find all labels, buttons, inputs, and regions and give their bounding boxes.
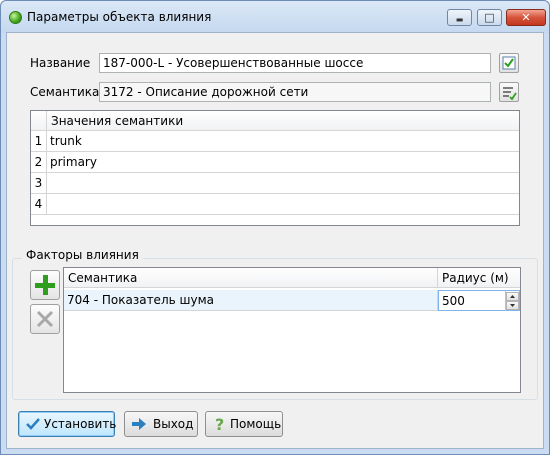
column-header-values[interactable]: Значения семантики: [47, 111, 519, 131]
radius-spinner[interactable]: [505, 291, 519, 311]
spin-up-button[interactable]: [506, 292, 519, 301]
column-header-radius[interactable]: Радиус (м): [438, 268, 520, 288]
row-number: 2: [31, 152, 47, 173]
checklist-icon: [502, 56, 516, 70]
semantics-label: Семантика: [30, 85, 100, 99]
exit-button[interactable]: Выход: [124, 411, 198, 437]
semantic-value-cell[interactable]: primary: [47, 152, 519, 173]
checkmark-icon: [26, 418, 40, 430]
help-icon: ?: [215, 416, 224, 432]
apply-button-label: Установить: [44, 417, 117, 431]
minimize-icon: ▬: [455, 15, 464, 24]
list-edit-icon: [503, 87, 517, 101]
arrow-right-icon: [132, 418, 146, 430]
semantic-value-cell[interactable]: [47, 194, 519, 215]
arrow-up-icon: [510, 295, 515, 298]
semantics-field[interactable]: 3172 - Описание дорожной сети: [99, 82, 491, 102]
row-number: 1: [31, 131, 47, 152]
maximize-button[interactable]: □: [477, 9, 502, 26]
factors-group-title: Факторы влияния: [22, 248, 143, 262]
svg-text:?: ?: [215, 416, 224, 432]
minimize-button[interactable]: ▬: [447, 9, 472, 26]
grid-corner: [31, 111, 47, 131]
exit-button-label: Выход: [153, 417, 194, 431]
factors-grid[interactable]: Семантика Радиус (м) 704 - Показатель шу…: [63, 267, 521, 393]
select-object-button[interactable]: [499, 53, 519, 73]
name-field[interactable]: 187-000-L - Усовершенствованные шоссе: [99, 53, 491, 73]
delete-factor-button[interactable]: [30, 304, 60, 334]
delete-icon: [36, 310, 54, 328]
close-icon: ✕: [521, 11, 531, 24]
radius-value[interactable]: 500: [442, 294, 465, 308]
help-button-label: Помощь: [230, 417, 282, 431]
close-button[interactable]: ✕: [506, 9, 546, 26]
help-button[interactable]: ? Помощь: [205, 411, 283, 437]
name-label: Название: [30, 56, 91, 70]
maximize-icon: □: [484, 11, 495, 24]
add-factor-button[interactable]: [30, 270, 60, 300]
apply-button[interactable]: Установить: [18, 411, 117, 437]
radius-spinbox[interactable]: 500: [438, 290, 520, 311]
semantic-values-grid[interactable]: Значения семантики 1 trunk 2 primary 3 4: [30, 110, 520, 226]
row-number: 4: [31, 194, 47, 215]
window-title: Параметры объекта влияния: [27, 10, 212, 24]
title-bar[interactable]: Параметры объекта влияния ▬ □ ✕: [1, 1, 549, 33]
factor-semantics-cell[interactable]: 704 - Показатель шума: [64, 290, 438, 311]
semantic-value-cell[interactable]: [47, 173, 519, 194]
semantic-value-cell[interactable]: trunk: [47, 131, 519, 152]
plus-icon: [35, 275, 55, 295]
row-number: 3: [31, 173, 47, 194]
spin-down-button[interactable]: [506, 301, 519, 310]
app-icon: [9, 11, 22, 24]
select-semantics-button[interactable]: [499, 82, 519, 102]
column-header-semantics[interactable]: Семантика: [64, 268, 438, 288]
arrow-down-icon: [510, 304, 515, 307]
